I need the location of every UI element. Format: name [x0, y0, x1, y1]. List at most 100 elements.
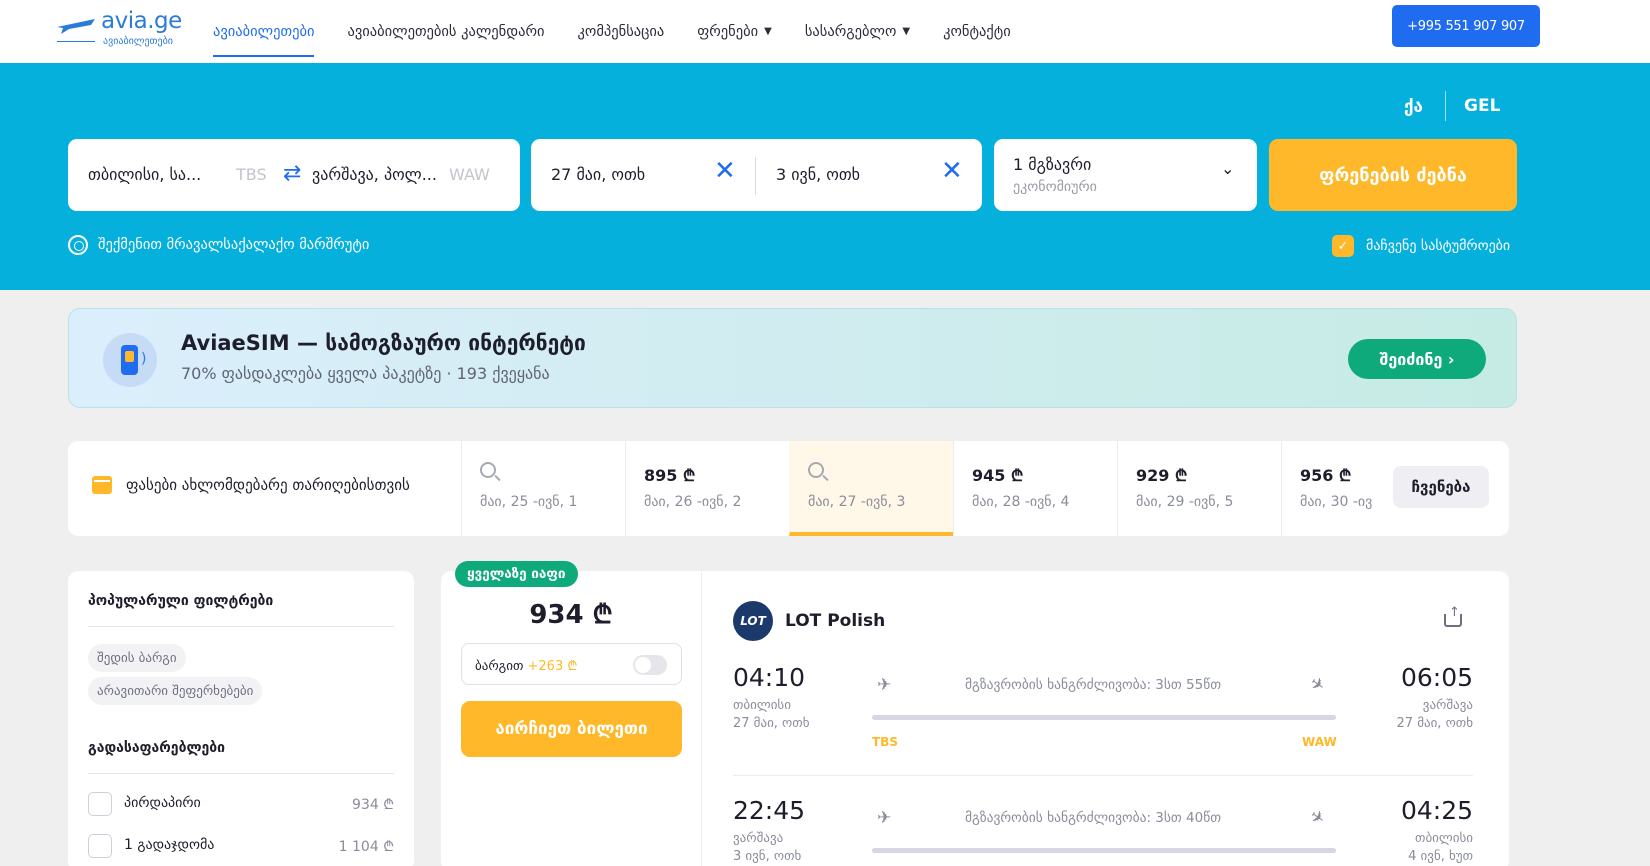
- clear-depart-icon[interactable]: ✕: [714, 156, 736, 186]
- currency-switcher[interactable]: GEL: [1464, 96, 1500, 116]
- segment-departure-date: 27 მაი, ოთხ: [733, 716, 810, 731]
- search-icon: [808, 462, 824, 478]
- date-price-cell-selected[interactable]: მაი, 27 -ივნ, 3: [789, 441, 953, 536]
- top-header: avia.ge ავიაბილეთები ავიაბილეთები ავიაბი…: [0, 0, 1650, 63]
- destination-code: WAW: [449, 165, 490, 184]
- search-flights-button[interactable]: ფრენების ძებნა: [1269, 139, 1517, 211]
- segment-arrival-date: 27 მაი, ოთხ: [1396, 716, 1473, 731]
- nav-compensation[interactable]: კომპენსაცია: [578, 0, 665, 63]
- ticket-price: 934 ₾: [529, 600, 613, 630]
- checkbox[interactable]: [88, 792, 112, 816]
- segment-destination-code: WAW: [1302, 735, 1337, 749]
- multi-city-label: შექმენით მრავალსაქალაქო მარშრუტი: [98, 237, 370, 253]
- buy-esim-button[interactable]: შეიძინე ›: [1348, 339, 1486, 379]
- clear-return-icon[interactable]: ✕: [941, 156, 963, 186]
- date-price-cell[interactable]: 956 ₾ მაი, 30 -ივ: [1281, 441, 1381, 536]
- nav-tickets[interactable]: ავიაბილეთები: [213, 0, 315, 63]
- origin-code: TBS: [236, 165, 267, 184]
- wallet-icon: [92, 476, 112, 494]
- divider: [1445, 91, 1446, 121]
- divider: [88, 626, 394, 627]
- multi-city-link[interactable]: შექმენით მრავალსაქალაქო მარშრუტი: [68, 235, 369, 255]
- cheapest-badge: ყველაზე იაფი: [455, 561, 578, 587]
- show-hotels-label: მაჩვენე სასტუმროები: [1366, 238, 1511, 254]
- destination-input[interactable]: ვარშავა, პოლ...: [312, 165, 437, 184]
- filter-chip-baggage[interactable]: შედის ბარგი: [88, 644, 186, 672]
- dates-field: 27 მაი, ოთხ ✕ 3 ივნ, ოთხ ✕: [531, 139, 982, 211]
- filter-option-direct[interactable]: პირდაპირი 934 ₾: [88, 791, 394, 817]
- date-price-cell[interactable]: მაი, 25 -ივნ, 1: [461, 441, 625, 536]
- chevron-down-icon: ⌄: [1221, 159, 1235, 178]
- popular-filters-title: პოპულარული ფილტრები: [88, 593, 274, 609]
- segment-arrival-city: ვარშავა: [1422, 698, 1473, 713]
- landing-icon: ✈: [1305, 805, 1329, 831]
- search-icon: [480, 462, 496, 478]
- segment-route-bar: [872, 848, 1336, 853]
- checkbox[interactable]: [88, 834, 112, 858]
- search-hero: ქა GEL თბილისი, სა... TBS ⇄ ვარშავა, პოლ…: [0, 63, 1650, 290]
- date-price-cell[interactable]: 895 ₾ მაი, 26 -ივნ, 2: [625, 441, 789, 536]
- divider: [733, 775, 1473, 776]
- site-logo[interactable]: avia.ge ავიაბილეთები: [55, 6, 195, 48]
- checkbox-checked-icon[interactable]: ✓: [1332, 235, 1354, 257]
- segment-departure-date: 3 ივნ, ოთხ: [733, 849, 802, 864]
- nearby-dates-prices: ფასები ახლომდებარე თარიღებისთვის მაი, 25…: [68, 441, 1509, 536]
- passengers-field[interactable]: 1 მგზავრი ეკონომიური ⌄: [994, 139, 1257, 211]
- takeoff-icon: ✈: [877, 808, 892, 828]
- segment-arrival-time: 06:05: [1400, 663, 1473, 692]
- nav-useful[interactable]: სასარგებლო ▼: [805, 0, 910, 63]
- segment-arrival-date: 4 ივნ, ხუთ: [1408, 849, 1473, 864]
- share-icon[interactable]: ↑: [1444, 605, 1462, 627]
- transfers-title: გადასაფარებლები: [88, 740, 226, 756]
- filter-option-one-stop[interactable]: 1 გადაჯდომა 1 104 ₾: [88, 833, 394, 859]
- show-prices-button[interactable]: ჩვენება: [1393, 466, 1489, 508]
- segment-duration: მგზავრობის ხანგრძლივობა: 3სთ 55წთ: [965, 677, 1222, 693]
- date-price-cell[interactable]: 945 ₾ მაი, 28 -ივნ, 4: [953, 441, 1117, 536]
- route-field: თბილისი, სა... TBS ⇄ ვარშავა, პოლ... WAW: [68, 139, 520, 211]
- phone-button[interactable]: +995 551 907 907: [1392, 5, 1540, 47]
- segment-duration: მგზავრობის ხანგრძლივობა: 3სთ 40წთ: [965, 810, 1222, 826]
- logo-text: avia.ge: [101, 8, 182, 34]
- chevron-down-icon: ▼: [902, 26, 911, 37]
- return-date-input[interactable]: 3 ივნ, ოთხ: [776, 165, 860, 184]
- baggage-toggle-row[interactable]: ბარგით +263 ₾: [461, 643, 682, 685]
- airline-logo: LOT: [733, 601, 773, 641]
- segment-arrival-time: 04:25: [1400, 796, 1473, 825]
- nav-contact[interactable]: კონტაქტი: [943, 0, 1011, 63]
- baggage-label: ბარგით +263 ₾: [475, 659, 578, 674]
- language-switcher[interactable]: ქა: [1404, 97, 1423, 117]
- divider: [701, 571, 702, 866]
- nav-calendar[interactable]: ავიაბილეთების კალენდარი: [347, 0, 544, 63]
- segment-arrival-city: თბილისი: [1415, 831, 1473, 846]
- segment-departure-time: 22:45: [733, 796, 806, 825]
- route-icon: [68, 235, 88, 255]
- divider: [755, 157, 756, 195]
- nearby-dates-label: ფასები ახლომდებარე თარიღებისთვის: [92, 476, 410, 494]
- ticket-card: ყველაზე იაფი 934 ₾ ბარგით +263 ₾ აირჩიეთ…: [441, 561, 1509, 866]
- logo-underline: [57, 41, 95, 42]
- show-hotels-toggle[interactable]: ✓ მაჩვენე სასტუმროები: [1332, 235, 1510, 257]
- baggage-toggle[interactable]: [633, 655, 667, 675]
- segment-origin-code: TBS: [872, 735, 898, 749]
- esim-promo-banner[interactable]: ) AviaeSIM — სამოგზაურო ინტერნეტი 70% ფა…: [68, 308, 1517, 408]
- landing-icon: ✈: [1305, 672, 1329, 698]
- promo-title: AviaeSIM — სამოგზაურო ინტერნეტი: [181, 331, 586, 355]
- segment-departure-city: თბილისი: [733, 698, 791, 713]
- origin-input[interactable]: თბილისი, სა...: [88, 165, 201, 184]
- esim-phone-icon: ): [103, 333, 157, 387]
- cabin-class: ეკონომიური: [1013, 179, 1097, 195]
- passengers-count: 1 მგზავრი: [1013, 155, 1092, 174]
- chevron-down-icon: ▼: [764, 26, 772, 37]
- divider: [88, 773, 394, 774]
- select-ticket-button[interactable]: აირჩიეთ ბილეთი: [461, 701, 682, 757]
- depart-date-input[interactable]: 27 მაი, ოთხ: [551, 165, 645, 184]
- date-price-cell[interactable]: 929 ₾ მაი, 29 -ივნ, 5: [1117, 441, 1281, 536]
- swap-icon[interactable]: ⇄: [283, 161, 301, 186]
- plane-logo-icon: [57, 19, 95, 34]
- segment-departure-time: 04:10: [733, 663, 806, 692]
- segment-departure-city: ვარშავა: [733, 831, 784, 846]
- baggage-extra-price: +263 ₾: [527, 659, 578, 674]
- nav-flights[interactable]: ფრენები ▼: [697, 0, 772, 63]
- logo-subtitle: ავიაბილეთები: [103, 36, 173, 47]
- filter-chip-no-delays[interactable]: არავითარი შეფერხებები: [88, 677, 263, 705]
